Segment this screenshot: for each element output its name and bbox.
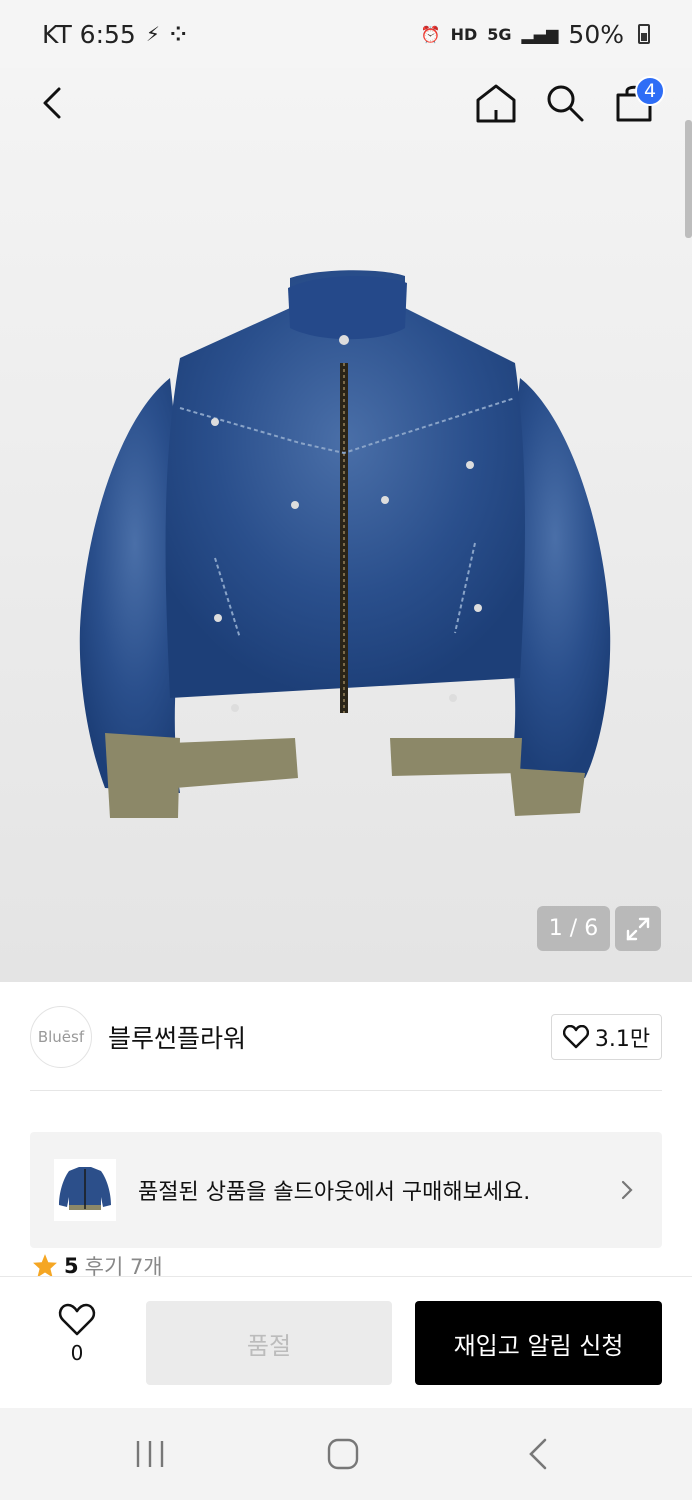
top-navigation: 4 (0, 68, 692, 138)
product-image-gallery[interactable]: 1 / 6 (0, 68, 692, 982)
soldout-banner-text: 품절된 상품을 솔드아웃에서 구매해보세요. (138, 1180, 531, 1205)
hd-icon: HD (450, 24, 478, 44)
search-button[interactable] (540, 78, 590, 128)
recent-apps-button[interactable] (120, 1432, 180, 1476)
restock-alert-button[interactable]: 재입고 알림 신청 (415, 1301, 662, 1385)
brand-logo[interactable]: Bluēsf (30, 1006, 92, 1068)
alarm-icon: ⏰ (420, 24, 441, 44)
back-chevron-icon (529, 1438, 547, 1470)
product-image-denim-jacket[interactable] (60, 268, 630, 828)
status-left: KT 6:55 ⚡ ⁘ (42, 20, 187, 49)
image-pager: 1 / 6 (537, 906, 610, 951)
bottom-action-bar: 0 품절 재입고 알림 신청 (0, 1276, 692, 1408)
rating-score: 5 (64, 1254, 79, 1278)
brand-like-count: 3.1만 (594, 1027, 651, 1052)
cart-count-badge: 4 (635, 76, 665, 106)
wishlist-button[interactable]: 0 (40, 1303, 114, 1373)
soldout-button: 품절 (146, 1301, 392, 1385)
divider (30, 1090, 662, 1091)
cart-button[interactable]: 4 (609, 76, 665, 128)
system-back-button[interactable] (508, 1432, 568, 1476)
back-button[interactable] (28, 78, 78, 128)
banner-thumbnail (54, 1159, 116, 1221)
chevron-right-icon (621, 1180, 633, 1200)
carrier-time: KT 6:55 (42, 19, 136, 49)
home-button[interactable] (471, 78, 521, 128)
bolt-v-icon: ⚡ (145, 22, 160, 46)
system-home-button[interactable] (313, 1432, 373, 1476)
brand-like-button[interactable]: 3.1만 (551, 1014, 662, 1060)
5g-icon: 5G (487, 24, 512, 44)
brand-row[interactable]: Bluēsf 블루썬플라워 3.1만 (30, 1004, 662, 1070)
status-bar: KT 6:55 ⚡ ⁘ ⏰ HD 5G ▂▄▆ 50% (0, 0, 692, 68)
expand-image-button[interactable] (615, 906, 661, 951)
expand-icon (626, 917, 650, 940)
jacket-thumbnail-image (59, 1167, 111, 1210)
search-icon (547, 85, 584, 122)
status-right: ⏰ HD 5G ▂▄▆ 50% (421, 20, 650, 49)
back-icon (43, 87, 61, 119)
recent-apps-icon (136, 1441, 164, 1467)
brand-name[interactable]: 블루썬플라워 (108, 1019, 246, 1055)
circle-home-icon (327, 1438, 359, 1470)
signal-icon: ▂▄▆ (521, 24, 559, 44)
settings-dots-icon: ⁘ (169, 22, 187, 46)
home-icon (476, 84, 516, 123)
battery-percent: 50% (568, 19, 624, 49)
wishlist-count: 0 (70, 1341, 84, 1365)
system-navigation-bar (0, 1408, 692, 1500)
battery-icon (638, 24, 650, 44)
heart-icon (562, 1025, 589, 1049)
soldout-banner[interactable]: 품절된 상품을 솔드아웃에서 구매해보세요. (30, 1132, 662, 1248)
heart-icon (58, 1303, 96, 1336)
